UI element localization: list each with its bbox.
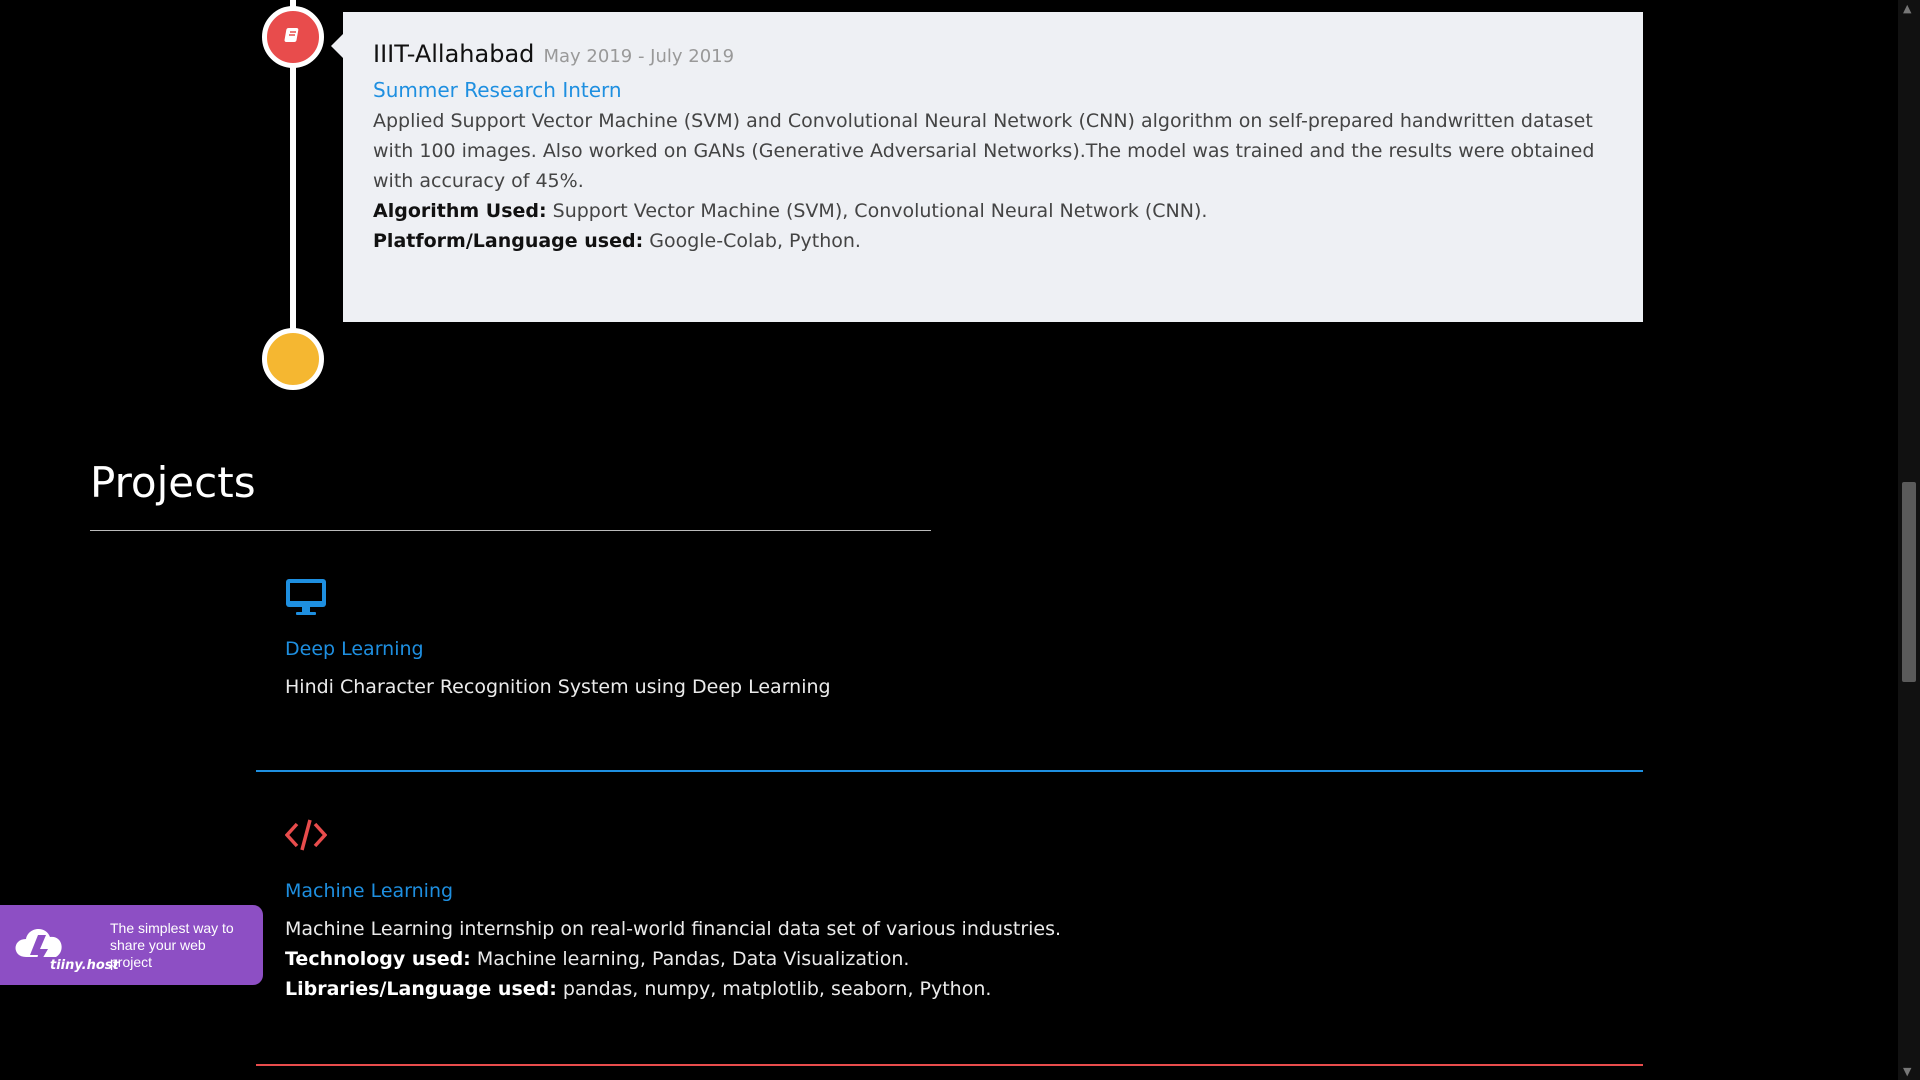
project-item-machine-learning: Machine Learning Machine Learning intern… [284,818,1061,1004]
scroll-up-arrow-icon[interactable]: ▲ [1903,2,1911,15]
project-item-deep-learning: Deep Learning Hindi Character Recognitio… [285,578,831,702]
scrollbar-thumb[interactable] [1902,482,1916,682]
tiiny-host-logo: tiiny.host [0,905,119,985]
project-title[interactable]: Deep Learning [285,638,831,660]
code-icon [284,818,329,858]
experience-dates: May 2019 - July 2019 [543,46,735,67]
scroll-down-arrow-icon[interactable]: ▼ [1903,1065,1911,1078]
project-title[interactable]: Machine Learning [285,880,1061,902]
experience-algorithm: Algorithm Used: Support Vector Machine (… [373,200,1208,222]
project-divider-red [256,1064,1643,1066]
badge-tagline: The simplest way to share your web proje… [110,919,234,970]
project-libraries: Libraries/Language used: pandas, numpy, … [285,978,992,1000]
experience-card: IIIT-Allahabad May 2019 - July 2019 Summ… [331,12,1643,322]
timeline-end-marker [262,328,324,390]
projects-heading: Projects [90,458,256,507]
project-description: Machine Learning internship on real-worl… [285,914,1061,1004]
experience-summary: Applied Support Vector Machine (SVM) and… [373,110,1595,192]
tiiny-host-badge[interactable]: tiiny.host The simplest way to share you… [0,905,263,985]
page-scrollbar[interactable]: ▲ ▼ [1898,0,1920,1080]
projects-divider [90,530,931,531]
project-divider-blue [256,770,1643,772]
book-icon [283,26,303,48]
project-technology: Technology used: Machine learning, Panda… [285,948,910,970]
desktop-icon [285,578,329,618]
experience-org: IIIT-Allahabad [373,40,535,68]
timeline-marker-book [262,6,324,68]
experience-platform: Platform/Language used: Google-Colab, Py… [373,230,861,252]
project-description: Hindi Character Recognition System using… [285,676,831,698]
experience-description: Applied Support Vector Machine (SVM) and… [373,106,1613,256]
experience-role: Summer Research Intern [373,78,622,102]
